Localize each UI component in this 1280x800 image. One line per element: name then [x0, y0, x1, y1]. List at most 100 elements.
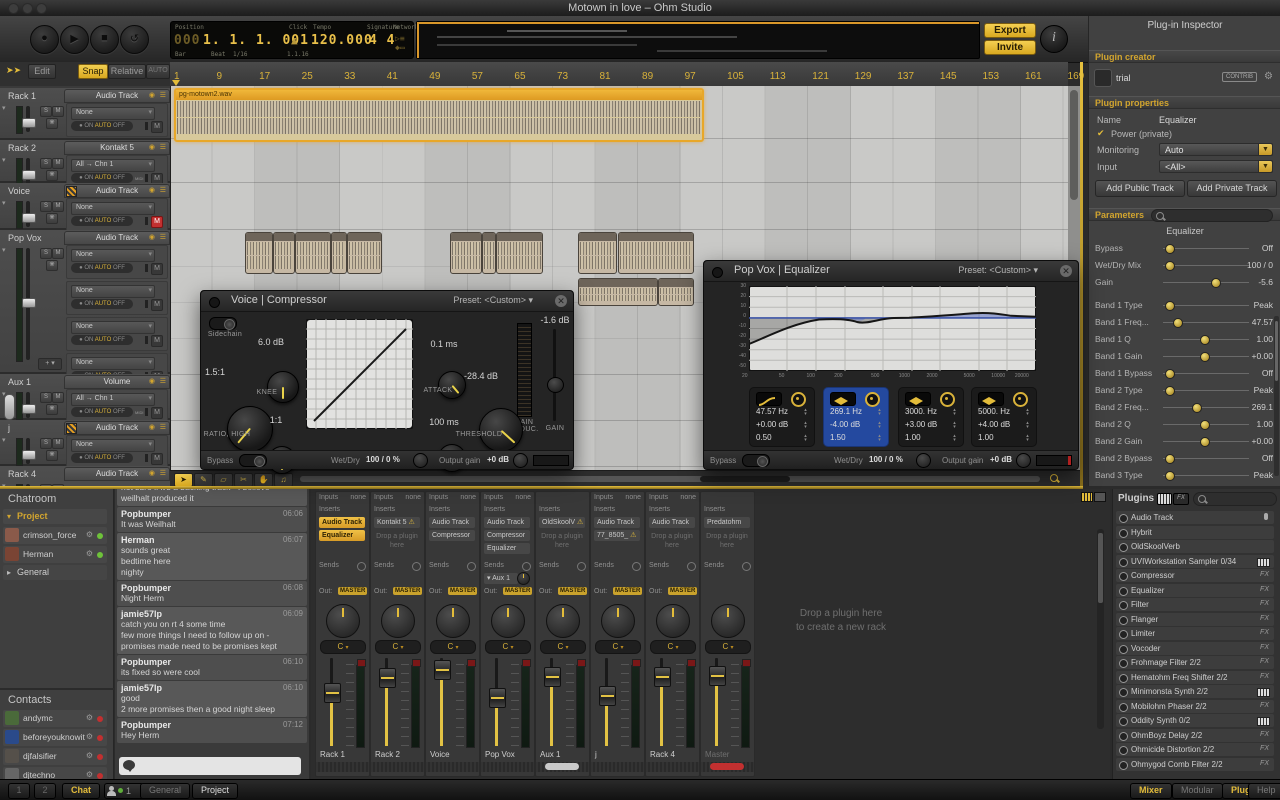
- track-plugin-header[interactable]: Volume ◉ ☰: [64, 375, 170, 389]
- add-send-icon[interactable]: [467, 562, 476, 571]
- track-lane[interactable]: None▾ ● ON AUTO OFF M: [66, 245, 168, 279]
- edit-button[interactable]: Edit: [28, 64, 56, 79]
- chat-member-row[interactable]: crimson_force ⚙: [3, 527, 107, 544]
- output-routing-chip[interactable]: MASTER: [668, 587, 697, 595]
- band-gain-value[interactable]: +3.00 dB: [905, 420, 937, 429]
- export-button[interactable]: Export: [984, 23, 1036, 38]
- menu-icon[interactable]: ☰: [160, 422, 166, 433]
- lane-routing-dropdown[interactable]: None▾: [71, 321, 155, 334]
- band-power-button[interactable]: [940, 392, 955, 407]
- parameter-slider[interactable]: [1163, 424, 1249, 425]
- chat-message-input[interactable]: [119, 757, 301, 775]
- audio-clip[interactable]: [245, 232, 273, 274]
- grid-mode-dropdown[interactable]: AUTO: [146, 64, 170, 79]
- add-public-track-button[interactable]: Add Public Track: [1095, 180, 1185, 197]
- lane-routing-dropdown[interactable]: None▾: [71, 285, 155, 298]
- parameter-slider[interactable]: [1163, 475, 1249, 476]
- compressor-titlebar[interactable]: Voice | Compressor Preset: <Custom> ▾ ✕: [201, 291, 573, 312]
- track-grab-pill[interactable]: [4, 394, 15, 420]
- close-icon[interactable]: ✕: [555, 295, 567, 307]
- stepper-icon[interactable]: ▴▾: [802, 421, 809, 429]
- metronome-icon[interactable]: ▲: [291, 34, 298, 47]
- eye-icon[interactable]: ◉: [149, 185, 155, 196]
- horizontal-scrollbar[interactable]: [300, 476, 1040, 482]
- parameters-search-input[interactable]: [1151, 209, 1273, 222]
- eq-band-3[interactable]: 3000. Hz▴▾ +3.00 dB▴▾ 1.00▴▾: [898, 387, 964, 447]
- equalizer-titlebar[interactable]: Pop Vox | Equalizer Preset: <Custom> ▾ ✕: [704, 261, 1078, 282]
- mute-button[interactable]: M: [52, 248, 64, 259]
- pan-value-combo[interactable]: C ▾: [375, 640, 421, 654]
- track-plugin-header[interactable]: Audio Track ◉ ☰: [64, 231, 170, 245]
- eq-band-4[interactable]: 5000. Hz▴▾ +4.00 dB▴▾ 1.00▴▾: [971, 387, 1037, 447]
- pan-strip[interactable]: [646, 762, 699, 772]
- add-send-icon[interactable]: [632, 562, 641, 571]
- stepper-icon[interactable]: ▴▾: [1024, 434, 1031, 442]
- bypass-toggle[interactable]: [239, 454, 267, 467]
- gear-icon[interactable]: ⚙: [86, 713, 93, 722]
- inputs-value[interactable]: none: [460, 494, 476, 501]
- output-routing-chip[interactable]: MASTER: [613, 587, 642, 595]
- gear-icon[interactable]: ⚙: [86, 751, 93, 760]
- lane-routing-dropdown[interactable]: None▾: [71, 357, 155, 370]
- chat-message[interactable]: not sure if it's a backing track - I bel…: [117, 489, 307, 506]
- freeze-button[interactable]: ❋: [46, 118, 58, 129]
- play-button[interactable]: ▶: [60, 25, 89, 54]
- note-tool[interactable]: ♫: [274, 473, 293, 487]
- audio-clip[interactable]: [618, 232, 694, 274]
- lane-routing-dropdown[interactable]: None▾: [71, 107, 155, 120]
- stepper-icon[interactable]: ▴▾: [1024, 408, 1031, 416]
- ruler-tick[interactable]: 89: [642, 71, 653, 82]
- mixer-channel-rack-2[interactable]: Inputs noneInsertsKontakt 5 ⚠Drop a plug…: [370, 491, 425, 777]
- volume-fader[interactable]: [440, 658, 443, 746]
- pan-knob[interactable]: [546, 604, 580, 638]
- automation-mode-toggle[interactable]: ● ON AUTO OFF: [71, 121, 133, 131]
- parameter-slider[interactable]: [1163, 458, 1249, 459]
- track-name[interactable]: Pop Vox: [8, 233, 42, 243]
- song-overview-strip[interactable]: [416, 21, 980, 59]
- contact-row[interactable]: djtechno ⚙: [3, 767, 107, 779]
- track-name[interactable]: j: [8, 423, 10, 433]
- tab-general[interactable]: General: [140, 783, 190, 799]
- parameter-slider[interactable]: [1163, 265, 1249, 266]
- ratio_high-knob[interactable]: [227, 406, 273, 452]
- inputs-value[interactable]: none: [405, 494, 421, 501]
- track-fold-icon[interactable]: ▾: [2, 199, 6, 207]
- channel-name[interactable]: Master: [701, 750, 754, 759]
- track-name[interactable]: Rack 1: [8, 91, 36, 101]
- stepper-icon[interactable]: ▴▾: [802, 434, 809, 442]
- lane-mute-button[interactable]: M: [151, 299, 163, 311]
- track-plugin-header[interactable]: Audio Track ◉ ☰: [64, 184, 170, 198]
- automation-mode-toggle[interactable]: ● ON AUTO OFF: [71, 407, 133, 417]
- pan-value-combo[interactable]: C ▾: [320, 640, 366, 654]
- fx-category-button[interactable]: FX: [1173, 493, 1189, 505]
- volume-fader[interactable]: [550, 658, 553, 746]
- band-power-button[interactable]: [1013, 392, 1028, 407]
- automation-mode-toggle[interactable]: ● ON AUTO OFF: [71, 335, 133, 345]
- add-send-icon[interactable]: [412, 562, 421, 571]
- channel-name[interactable]: j: [591, 750, 644, 759]
- plugin-list-item[interactable]: OhmBoyz Delay 2/2FX: [1116, 729, 1274, 742]
- eye-icon[interactable]: ◉: [149, 90, 155, 101]
- pan-strip-pill[interactable]: [710, 763, 744, 770]
- eye-icon[interactable]: ◉: [149, 376, 155, 387]
- clip-led[interactable]: [467, 659, 476, 667]
- eraser-tool[interactable]: ▱: [214, 473, 233, 487]
- track-plugin-header[interactable]: Audio Track ◉ ☰: [64, 421, 170, 435]
- ruler-tick[interactable]: 129: [855, 71, 872, 82]
- track-name[interactable]: Voice: [8, 186, 30, 196]
- insert-slot[interactable]: Equalizer: [484, 543, 530, 554]
- pan-strip[interactable]: [536, 762, 589, 772]
- timeline-ruler[interactable]: 1917253341495765738189971051131211291371…: [170, 62, 1068, 87]
- wetdry-knob[interactable]: [413, 453, 428, 468]
- parameter-slider[interactable]: [1163, 248, 1249, 249]
- track-plugin-header[interactable]: Audio Track ◉ ☰: [64, 89, 170, 103]
- band-q-value[interactable]: 1.50: [830, 433, 846, 442]
- volume-fader[interactable]: [385, 658, 388, 746]
- volume-fader[interactable]: [495, 658, 498, 746]
- stepper-icon[interactable]: ▴▾: [951, 434, 958, 442]
- lane-routing-dropdown[interactable]: None▾: [71, 439, 155, 452]
- parameter-slider[interactable]: [1163, 407, 1249, 408]
- clip-led[interactable]: [687, 659, 696, 667]
- fx-filter-icon[interactable]: [1094, 492, 1106, 502]
- ruler-tick[interactable]: 161: [1025, 71, 1042, 82]
